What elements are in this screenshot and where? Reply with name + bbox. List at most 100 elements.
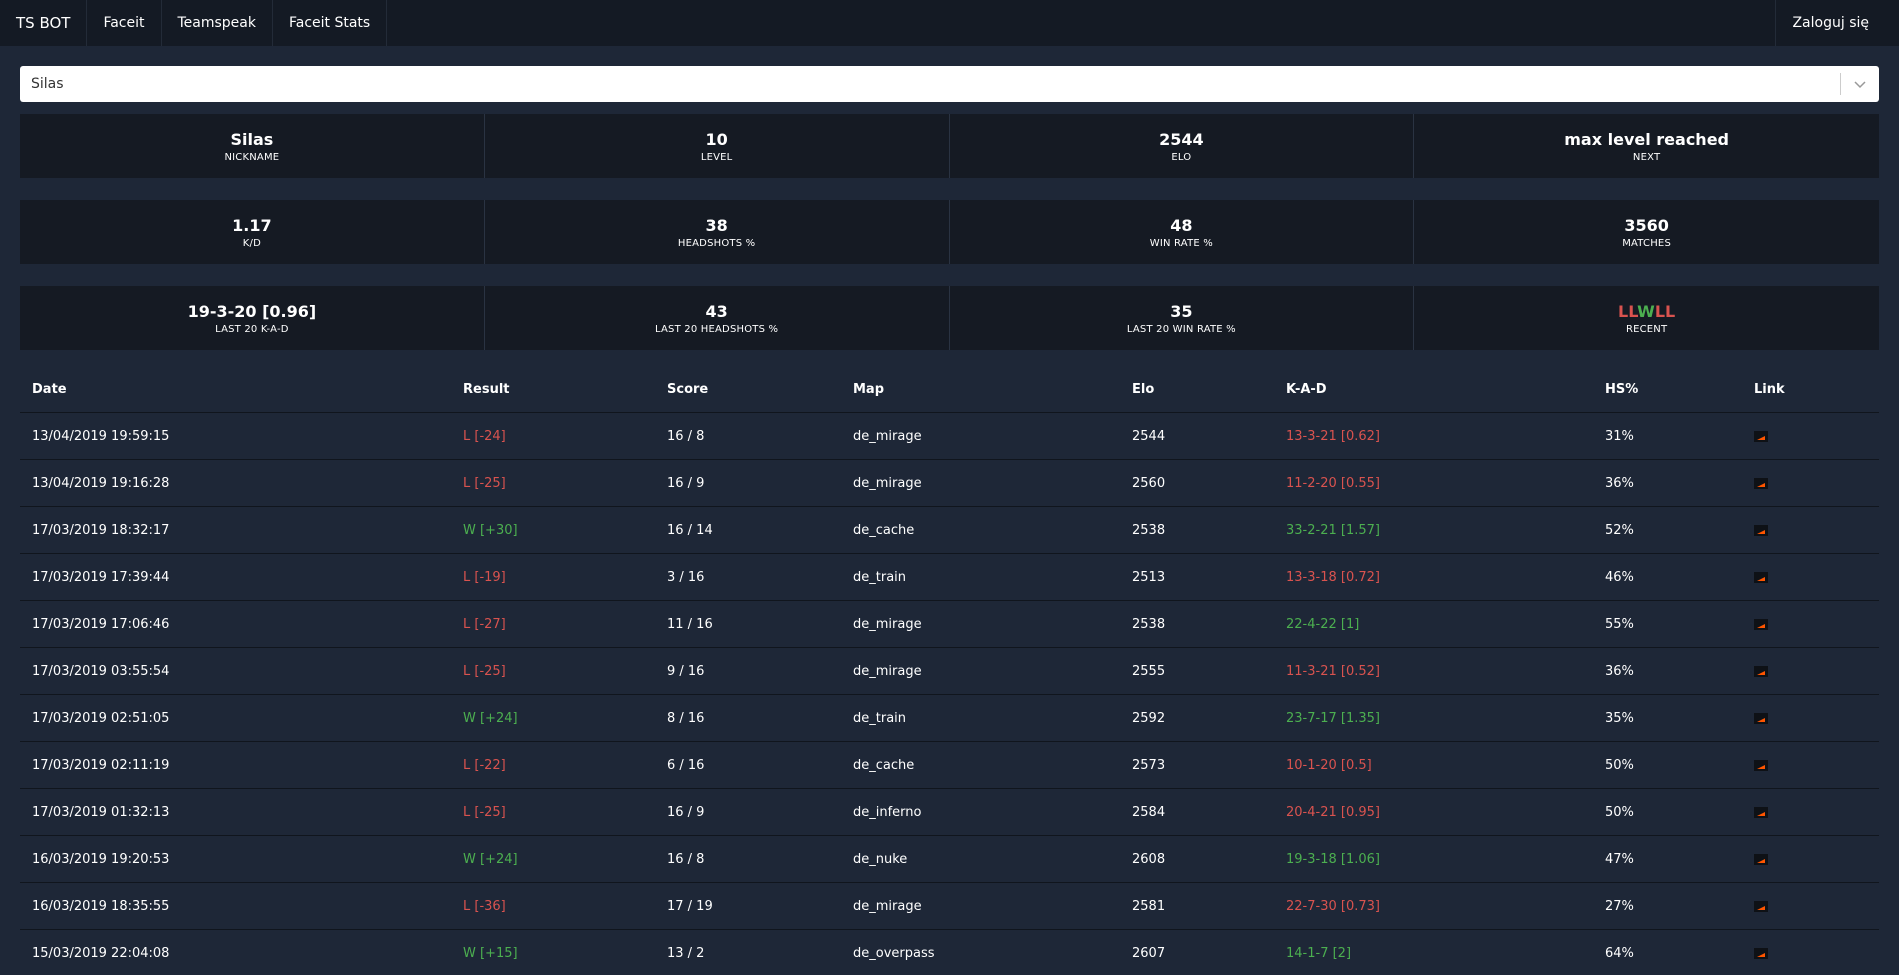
faceit-link-icon[interactable] — [1754, 477, 1768, 489]
stat-card: 38 HEADSHOTS % — [484, 200, 950, 264]
stat-label: HEADSHOTS % — [677, 238, 756, 249]
match-result: L [-22] — [451, 741, 655, 789]
stat-card: 2544 ELO — [949, 114, 1415, 178]
match-result: W [+24] — [451, 835, 655, 883]
stat-card: 1.17 K/D — [20, 200, 485, 264]
match-map: de_mirage — [841, 412, 1120, 460]
match-score: 8 / 16 — [655, 694, 841, 742]
faceit-link-icon[interactable] — [1754, 524, 1768, 536]
faceit-link-icon[interactable] — [1754, 806, 1768, 818]
match-map: de_train — [841, 553, 1120, 601]
match-hs: 64% — [1593, 929, 1742, 975]
stat-card: 3560 MATCHES — [1414, 200, 1879, 264]
table-row: 17/03/2019 17:39:44 L [-19] 3 / 16 de_train… — [20, 553, 1879, 601]
faceit-link-icon[interactable] — [1754, 665, 1768, 677]
faceit-link-icon[interactable] — [1754, 618, 1768, 630]
match-link-cell — [1742, 459, 1879, 507]
match-result: L [-19] — [451, 553, 655, 601]
column-header: Result — [451, 366, 655, 413]
match-date: 17/03/2019 01:32:13 — [20, 788, 451, 836]
recent-result-letter: L — [1618, 302, 1629, 321]
faceit-link-icon[interactable] — [1754, 853, 1768, 865]
match-result: W [+30] — [451, 506, 655, 554]
match-kad: 14-1-7 [2] — [1274, 929, 1593, 975]
stats-row: 19-3-20 [0.96] LAST 20 K-A-D 43 LAST 20 HEA… — [20, 286, 1879, 350]
stat-label: LAST 20 K-A-D — [215, 324, 289, 335]
match-score: 16 / 9 — [655, 788, 841, 836]
match-result: W [+15] — [451, 929, 655, 975]
recent-result-letter: L — [1665, 302, 1676, 321]
faceit-link-icon[interactable] — [1754, 947, 1768, 959]
match-kad: 10-1-20 [0.5] — [1274, 741, 1593, 789]
player-select[interactable]: Silas — [20, 66, 1879, 102]
stat-label: NICKNAME — [224, 152, 280, 163]
table-row: 17/03/2019 01:32:13 L [-25] 16 / 9 de_infer… — [20, 788, 1879, 836]
navbar: TS BOT Faceit Teamspeak Faceit Stats Zal… — [0, 0, 1899, 46]
column-header: Score — [655, 366, 841, 413]
match-link-cell — [1742, 506, 1879, 554]
brand-link[interactable]: TS BOT — [0, 0, 88, 46]
match-elo: 2544 — [1120, 412, 1274, 460]
login-link[interactable]: Zaloguj się — [1775, 0, 1899, 46]
match-kad: 20-4-21 [0.95] — [1274, 788, 1593, 836]
stat-value: 35 — [1170, 302, 1193, 321]
match-hs: 36% — [1593, 459, 1742, 507]
table-row: 17/03/2019 17:06:46 L [-27] 11 / 16 de_mira… — [20, 600, 1879, 648]
match-link-cell — [1742, 553, 1879, 601]
table-row: 13/04/2019 19:16:28 L [-25] 16 / 9 de_mirag… — [20, 459, 1879, 507]
match-hs: 27% — [1593, 882, 1742, 930]
match-result: L [-24] — [451, 412, 655, 460]
match-result: L [-36] — [451, 882, 655, 930]
match-score: 16 / 8 — [655, 412, 841, 460]
stat-card: 48 WIN RATE % — [949, 200, 1415, 264]
match-link-cell — [1742, 412, 1879, 460]
matches-table: Date Result Score Map Elo K-A-D HS% Link 13/04/… — [20, 366, 1879, 975]
match-link-cell — [1742, 741, 1879, 789]
match-kad: 13-3-21 [0.62] — [1274, 412, 1593, 460]
column-header: Date — [20, 366, 451, 413]
faceit-link-icon[interactable] — [1754, 430, 1768, 442]
nav-item-teamspeak[interactable]: Teamspeak — [162, 0, 273, 46]
match-map: de_mirage — [841, 647, 1120, 695]
match-elo: 2607 — [1120, 929, 1274, 975]
faceit-link-icon[interactable] — [1754, 571, 1768, 583]
match-elo: 2592 — [1120, 694, 1274, 742]
chevron-down-icon[interactable] — [1840, 73, 1879, 95]
match-date: 15/03/2019 22:04:08 — [20, 929, 451, 975]
faceit-link-icon[interactable] — [1754, 900, 1768, 912]
stat-value: LLWLL — [1618, 301, 1675, 323]
table-row: 17/03/2019 02:11:19 L [-22] 6 / 16 de_cache… — [20, 741, 1879, 789]
column-header: Link — [1742, 366, 1879, 413]
recent-result-letter: L — [1628, 302, 1638, 321]
stat-value: 43 — [705, 302, 728, 321]
stat-card: Silas NICKNAME — [20, 114, 485, 178]
match-score: 3 / 16 — [655, 553, 841, 601]
match-hs: 36% — [1593, 647, 1742, 695]
nav-item-faceit-stats[interactable]: Faceit Stats — [273, 0, 388, 46]
stat-card: 19-3-20 [0.96] LAST 20 K-A-D — [20, 286, 485, 350]
match-kad: 11-3-21 [0.52] — [1274, 647, 1593, 695]
stat-value: max level reached — [1564, 130, 1729, 149]
stat-card: 35 LAST 20 WIN RATE % — [949, 286, 1415, 350]
table-row: 16/03/2019 19:20:53 W [+24] 16 / 8 de_nuke 2… — [20, 835, 1879, 883]
match-elo: 2584 — [1120, 788, 1274, 836]
match-map: de_inferno — [841, 788, 1120, 836]
match-result: W [+24] — [451, 694, 655, 742]
match-date: 16/03/2019 18:35:55 — [20, 882, 451, 930]
match-result: L [-25] — [451, 459, 655, 507]
nav-item-faceit[interactable]: Faceit — [87, 0, 162, 46]
match-link-cell — [1742, 788, 1879, 836]
stats-row: Silas NICKNAME 10 LEVEL 2544 ELO max level rea… — [20, 114, 1879, 178]
faceit-link-icon[interactable] — [1754, 712, 1768, 724]
faceit-link-icon[interactable] — [1754, 759, 1768, 771]
stat-label: WIN RATE % — [1149, 238, 1213, 249]
table-header-row: Date Result Score Map Elo K-A-D HS% Link — [20, 366, 1879, 413]
table-row: 16/03/2019 18:35:55 L [-36] 17 / 19 de_mira… — [20, 882, 1879, 930]
match-score: 9 / 16 — [655, 647, 841, 695]
stat-card: 43 LAST 20 HEADSHOTS % — [484, 286, 950, 350]
table-row: 15/03/2019 22:04:08 W [+15] 13 / 2 de_overp… — [20, 929, 1879, 975]
match-elo: 2573 — [1120, 741, 1274, 789]
stats-panel: Silas NICKNAME 10 LEVEL 2544 ELO max level rea… — [20, 114, 1879, 350]
match-score: 11 / 16 — [655, 600, 841, 648]
match-kad: 11-2-20 [0.55] — [1274, 459, 1593, 507]
